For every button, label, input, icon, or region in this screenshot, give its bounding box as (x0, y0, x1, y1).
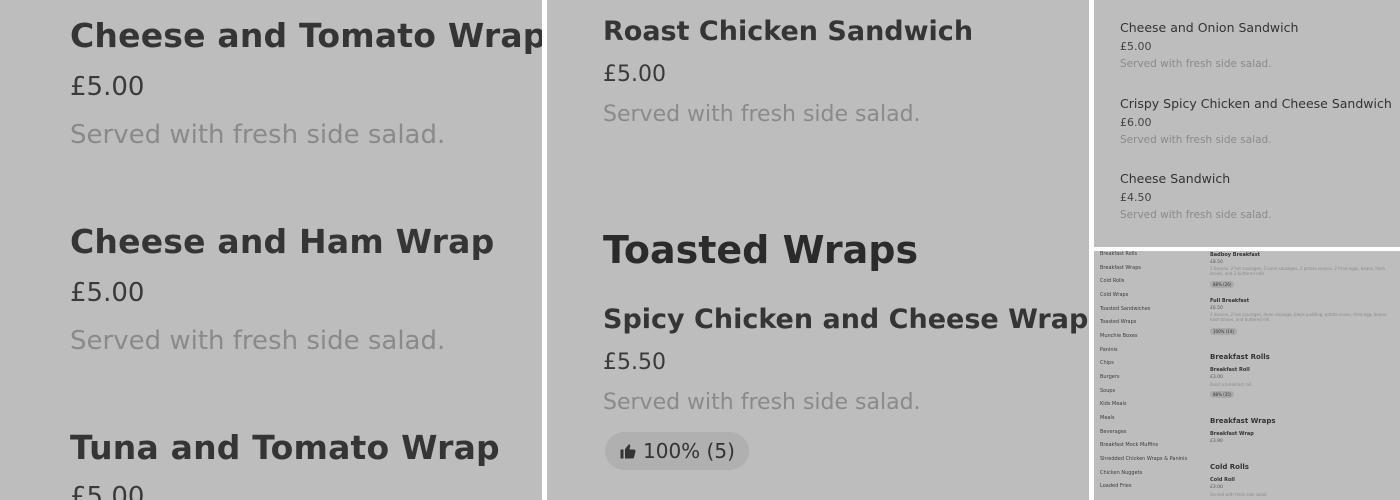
category-link[interactable]: Burgers (1100, 374, 1119, 380)
item-description: Build a breakfast roll. (1210, 382, 1253, 387)
item-name[interactable]: Cold Roll (1210, 477, 1235, 483)
item-name[interactable]: Cheese and Ham Wrap (70, 222, 494, 261)
item-name[interactable]: Cheese and Tomato Wrap (70, 16, 542, 55)
item-description: Served with fresh side salad. (70, 326, 446, 356)
category-link[interactable]: Soups (1100, 388, 1115, 394)
rating-text: 100% (5) (643, 439, 735, 463)
category-link[interactable]: Chicken Nuggets (1100, 470, 1142, 476)
item-price: £5.00 (603, 62, 666, 87)
item-price: £3.00 (1210, 375, 1223, 380)
thumbs-up-icon (620, 444, 636, 459)
item-description: 2 bacons, 2 hot sausages, 2 lorne sausag… (1210, 266, 1386, 276)
item-name[interactable]: Roast Chicken Sandwich (603, 16, 973, 47)
item-description: Served with fresh side salad. (70, 120, 446, 150)
item-price: £5.00 (70, 72, 145, 102)
category-link[interactable]: Munchie Boxes (1100, 333, 1137, 339)
item-name[interactable]: Breakfast Wrap (1210, 431, 1254, 437)
section-title: Toasted Wraps (603, 228, 919, 272)
item-description: 2 bacons, 2 hot sausages, lorne sausage,… (1210, 312, 1388, 322)
category-link[interactable]: Shredded Chicken Wraps & Paninis (1100, 456, 1187, 462)
category-link[interactable]: Toasted Wraps (1100, 319, 1136, 325)
menu-panel-wraps: Cheese and Tomato Wrap £5.00 Served with… (0, 0, 542, 500)
section-title: Breakfast Rolls (1210, 353, 1270, 361)
menu-panel-toasted-wraps: Roast Chicken Sandwich £5.00 Served with… (547, 0, 1089, 500)
item-description: Served with fresh side salad. (603, 102, 921, 127)
item-price: £8.50 (1210, 260, 1223, 265)
item-price: £3.00 (1210, 485, 1223, 490)
item-name[interactable]: Spicy Chicken and Cheese Wrap (603, 304, 1088, 335)
rating-badge: 100% (14) (1210, 328, 1237, 335)
category-link[interactable]: Breakfast Wraps (1100, 265, 1141, 271)
category-link[interactable]: Cold Rolls (1100, 278, 1124, 284)
item-name[interactable]: Crispy Spicy Chicken and Cheese Sandwich (1120, 96, 1392, 111)
rating-badge: 100% (5) (605, 432, 749, 470)
section-title: Cold Rolls (1210, 463, 1249, 471)
section-title: Breakfast Wraps (1210, 417, 1276, 425)
item-price: £4.50 (1120, 191, 1152, 204)
item-price: £5.00 (70, 482, 145, 500)
category-link[interactable]: Cold Wraps (1100, 292, 1128, 298)
category-link[interactable]: Loaded Fries (1100, 483, 1131, 489)
item-price: £5.00 (1120, 40, 1152, 53)
item-price: £5.50 (603, 350, 666, 375)
item-description: Served with fresh side salad. (1120, 58, 1272, 70)
category-link[interactable]: Paninis (1100, 347, 1118, 353)
rating-badge: 88% (35) (1210, 391, 1235, 398)
menu-panel-overview: Breakfast Rolls Breakfast Wraps Cold Rol… (1094, 251, 1400, 500)
item-name[interactable]: Cheese Sandwich (1120, 171, 1230, 186)
item-description: Served with fresh side salad. (1120, 209, 1272, 221)
category-link[interactable]: Toasted Sandwiches (1100, 306, 1150, 312)
item-name[interactable]: Cheese and Onion Sandwich (1120, 20, 1298, 35)
category-link[interactable]: Meals (1100, 415, 1114, 421)
category-link[interactable]: Chips (1100, 360, 1114, 366)
rating-badge: 88% (26) (1210, 281, 1235, 288)
item-price: £5.00 (70, 278, 145, 308)
category-link[interactable]: Kids Meals (1100, 401, 1126, 407)
item-name[interactable]: Badboy Breakfast (1210, 252, 1260, 258)
menu-panel-sandwiches: Cheese and Onion Sandwich £5.00 Served w… (1094, 0, 1400, 247)
item-price: £6.00 (1120, 116, 1152, 129)
item-price: £3.90 (1210, 439, 1223, 444)
item-description: Served with fresh side salad. (603, 390, 921, 415)
item-name[interactable]: Tuna and Tomato Wrap (70, 428, 500, 467)
category-link[interactable]: Breakfast Rolls (1100, 251, 1137, 257)
item-description: Served with fresh side salad. (1120, 134, 1272, 146)
category-link[interactable]: Beverages (1100, 429, 1127, 435)
item-name[interactable]: Breakfast Roll (1210, 367, 1250, 373)
item-description: Served with fresh side salad. (1210, 492, 1268, 497)
category-link[interactable]: Breakfast Mock Muffins (1100, 442, 1158, 448)
item-price: £6.50 (1210, 306, 1223, 311)
item-name[interactable]: Full Breakfast (1210, 298, 1249, 304)
